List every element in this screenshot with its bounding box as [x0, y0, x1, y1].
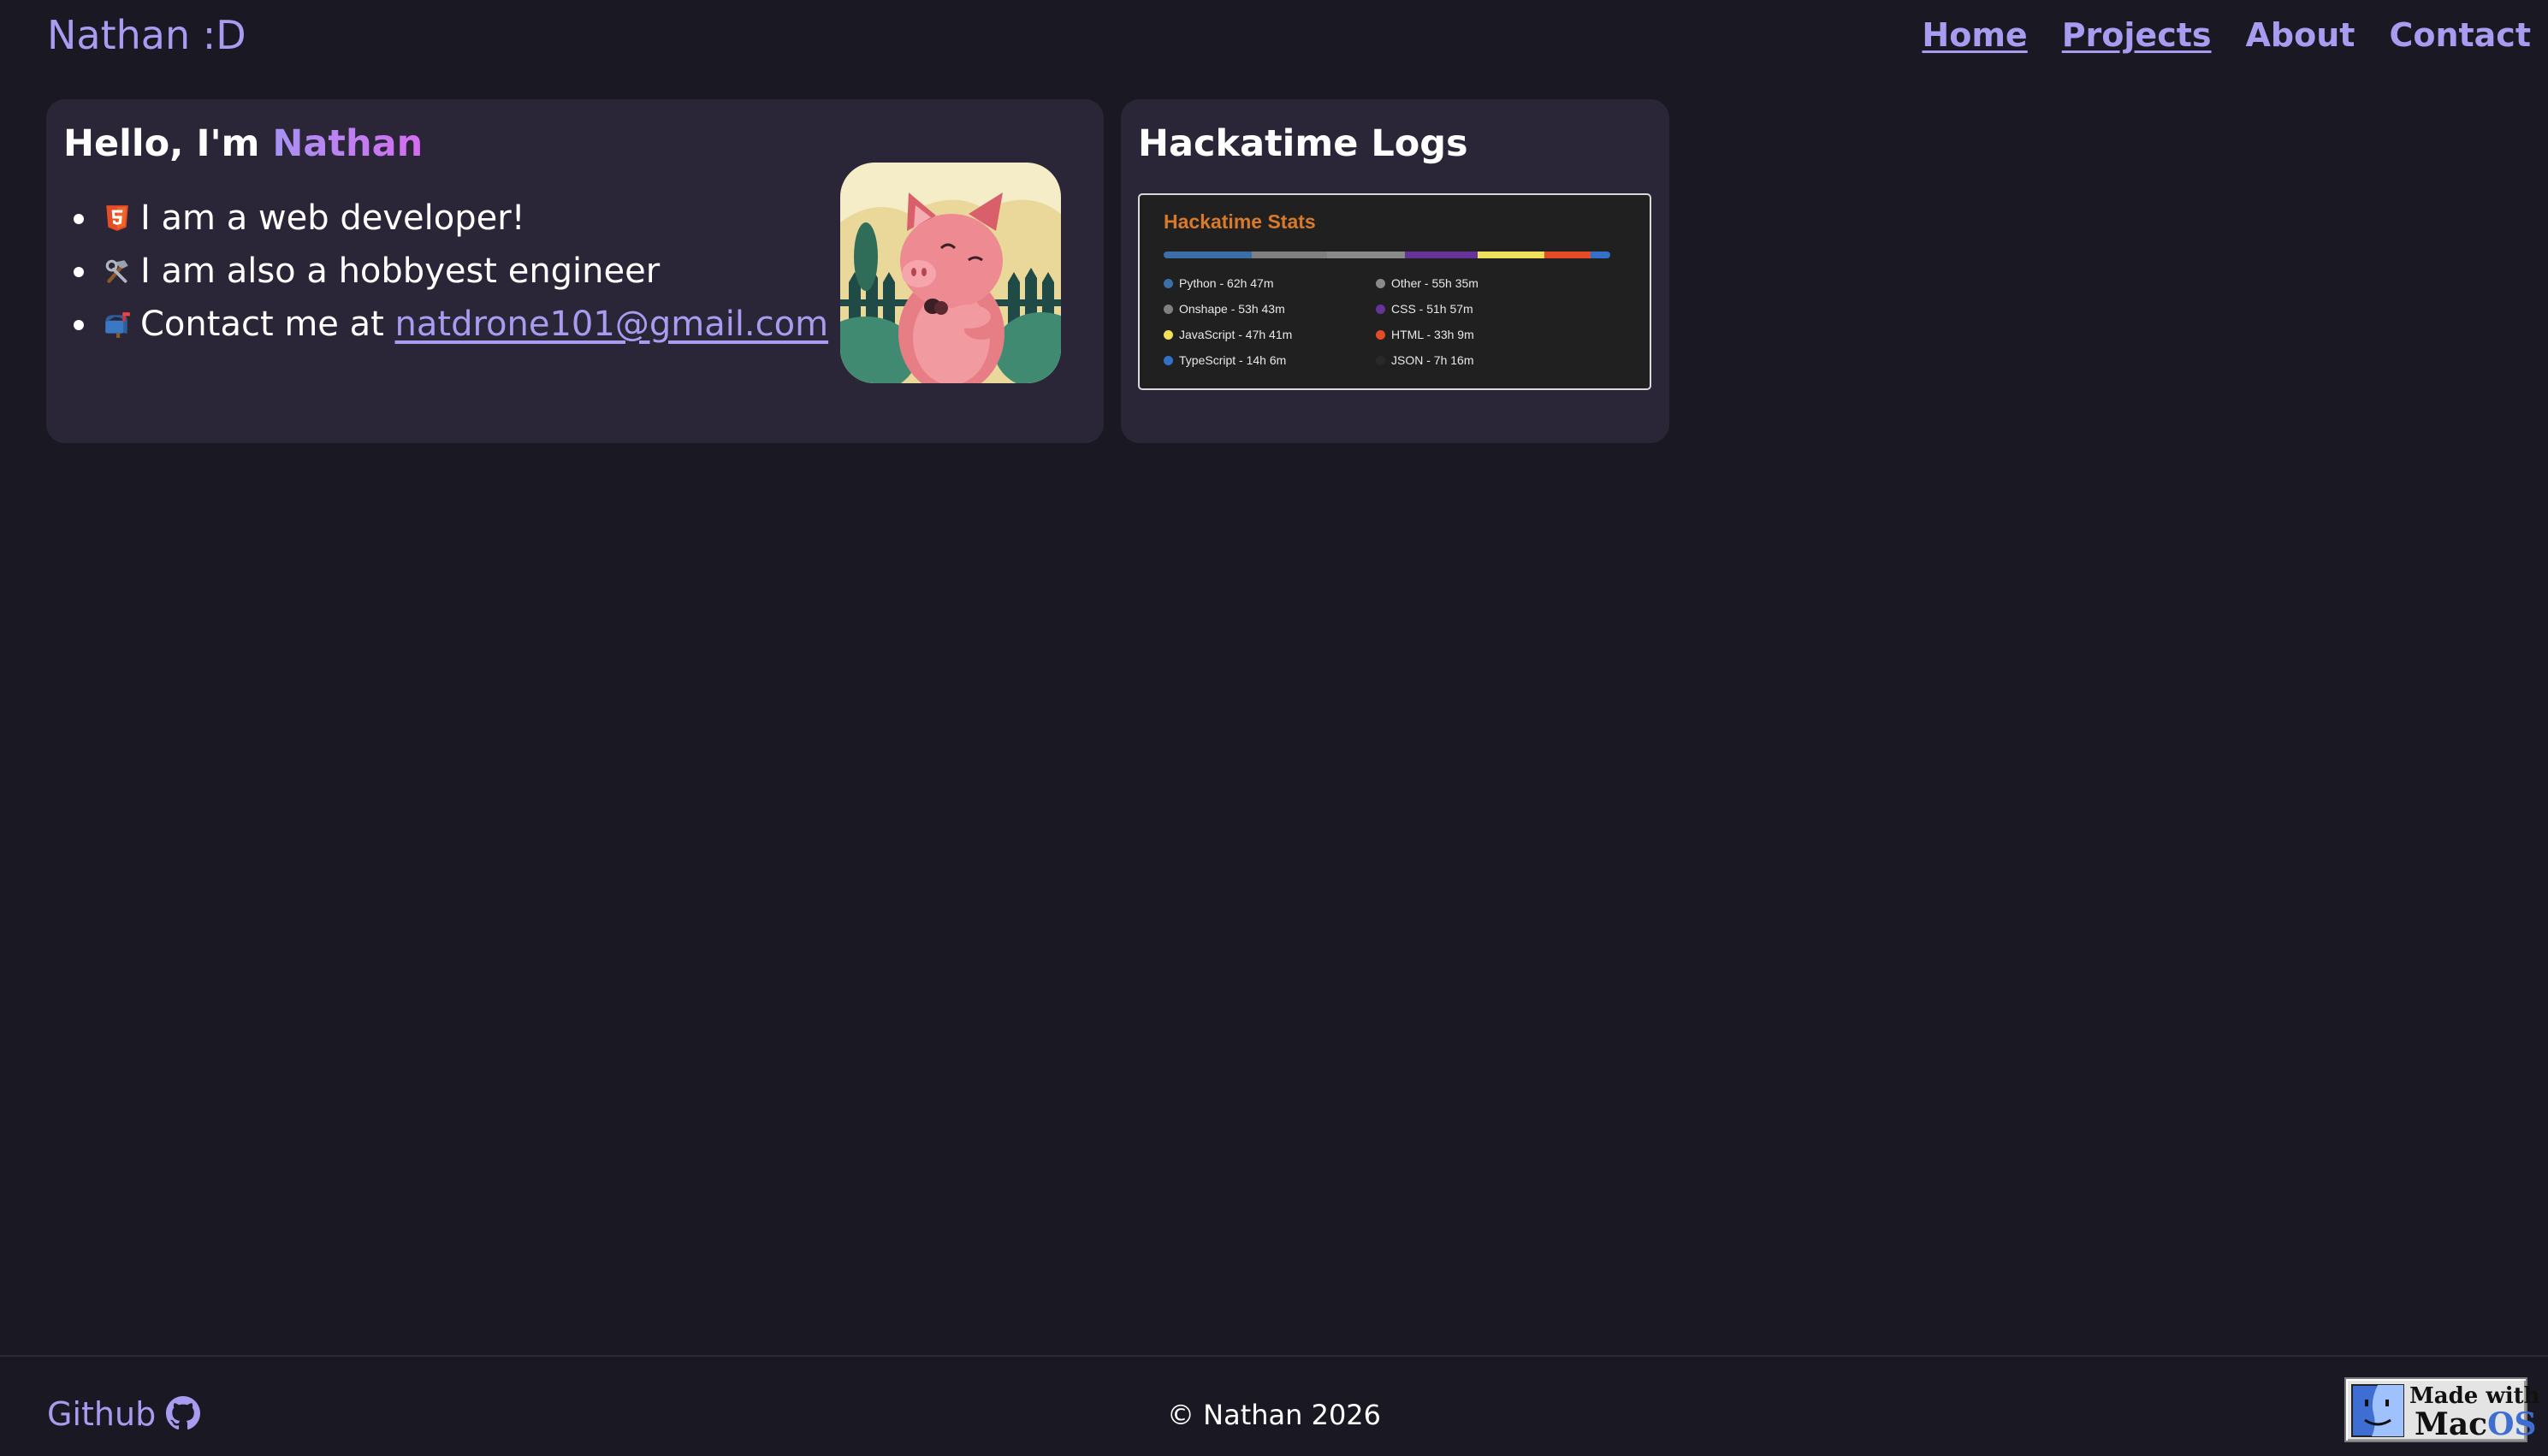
made-with-macos-badge[interactable]: Made with MacOS	[2344, 1377, 2540, 1442]
hackatime-card: Hackatime Logs Hackatime Stats Python - …	[1121, 99, 1669, 443]
legend-dot	[1164, 356, 1173, 365]
copyright-text: © Nathan 2026	[1166, 1399, 1382, 1431]
intro-item-contact-text: Contact me at	[140, 305, 395, 344]
hammer-wrench-icon	[105, 259, 128, 283]
intro-card: Hello, I'm Nathan I am a web developer! …	[46, 99, 1104, 443]
bar-segment-onshape	[1251, 252, 1327, 258]
html5-icon	[106, 205, 128, 231]
legend-label: TypeScript - 14h 6m	[1179, 353, 1287, 367]
mailbox-icon	[105, 312, 130, 338]
badge-macos: MacOS	[2415, 1408, 2536, 1441]
bar-segment-typescript	[1590, 252, 1610, 258]
legend-dot	[1376, 356, 1385, 365]
pig-illustration	[840, 163, 1061, 383]
legend-label: Other - 55h 35m	[1391, 276, 1478, 290]
bar-segment-html	[1544, 252, 1591, 258]
bar-segment-other	[1326, 252, 1405, 258]
nav-projects-link[interactable]: Projects	[2062, 9, 2212, 62]
mac-finder-icon	[2351, 1384, 2404, 1437]
hackatime-stats-panel[interactable]: Hackatime Stats Python - 62h 47m Onshape…	[1138, 193, 1651, 390]
legend-label: JavaScript - 47h 41m	[1179, 328, 1293, 341]
legend-item-typescript: TypeScript - 14h 6m	[1164, 352, 1286, 368]
intro-item-engineer-text: I am also a hobbyest engineer	[140, 252, 661, 291]
nav-contact-link[interactable]: Contact	[2389, 9, 2531, 62]
legend-label: Onshape - 53h 43m	[1179, 302, 1285, 316]
site-header: Nathan :D Home Projects About Contact	[0, 0, 2548, 74]
nav-about-link[interactable]: About	[2246, 9, 2355, 62]
main-nav: Home Projects About Contact	[1922, 9, 2531, 62]
language-usage-bar	[1164, 252, 1610, 258]
badge-made-with: Made with	[2409, 1383, 2540, 1409]
intro-item-web-dev: I am a web developer!	[63, 192, 828, 245]
pig-avatar	[840, 163, 1061, 383]
bar-segment-css	[1404, 252, 1478, 258]
legend-item-other: Other - 55h 35m	[1376, 275, 1478, 291]
hackatime-heading: Hackatime Logs	[1138, 122, 1468, 165]
intro-item-web-dev-text: I am a web developer!	[140, 198, 525, 238]
legend-dot	[1164, 330, 1173, 340]
bar-segment-javascript	[1477, 252, 1544, 258]
legend-dot	[1376, 330, 1385, 340]
intro-greeting: Hello, I'm	[63, 122, 273, 165]
badge-mac: Mac	[2415, 1406, 2488, 1442]
legend-dot	[1164, 305, 1173, 314]
site-footer: Github © Nathan 2026 Made with MacOS	[0, 1355, 2548, 1456]
nav-home-link[interactable]: Home	[1922, 9, 2027, 62]
bar-segment-python	[1164, 252, 1252, 258]
legend-dot	[1376, 305, 1385, 314]
legend-item-html: HTML - 33h 9m	[1376, 327, 1474, 342]
intro-item-contact: Contact me at natdrone101@gmail.com	[63, 298, 828, 351]
legend-item-css: CSS - 51h 57m	[1376, 301, 1473, 317]
badge-os: OS	[2487, 1406, 2537, 1442]
legend-item-json: JSON - 7h 16m	[1376, 352, 1473, 368]
legend-item-python: Python - 62h 47m	[1164, 275, 1274, 291]
site-brand[interactable]: Nathan :D	[47, 9, 246, 62]
legend-dot	[1164, 279, 1173, 288]
stats-title: Hackatime Stats	[1164, 210, 1316, 233]
legend-dot	[1376, 279, 1385, 288]
legend-label: CSS - 51h 57m	[1391, 302, 1473, 316]
legend-item-javascript: JavaScript - 47h 41m	[1164, 327, 1292, 342]
intro-name: Nathan	[272, 122, 424, 165]
legend-label: Python - 62h 47m	[1179, 276, 1274, 290]
legend-item-onshape: Onshape - 53h 43m	[1164, 301, 1285, 317]
email-link[interactable]: natdrone101@gmail.com	[395, 305, 829, 344]
intro-list: I am a web developer! I am also a hobbye…	[63, 192, 828, 351]
legend-label: HTML - 33h 9m	[1391, 328, 1474, 341]
legend-label: JSON - 7h 16m	[1391, 353, 1474, 367]
intro-item-engineer: I am also a hobbyest engineer	[63, 245, 828, 298]
intro-heading: Hello, I'm Nathan	[63, 116, 423, 171]
